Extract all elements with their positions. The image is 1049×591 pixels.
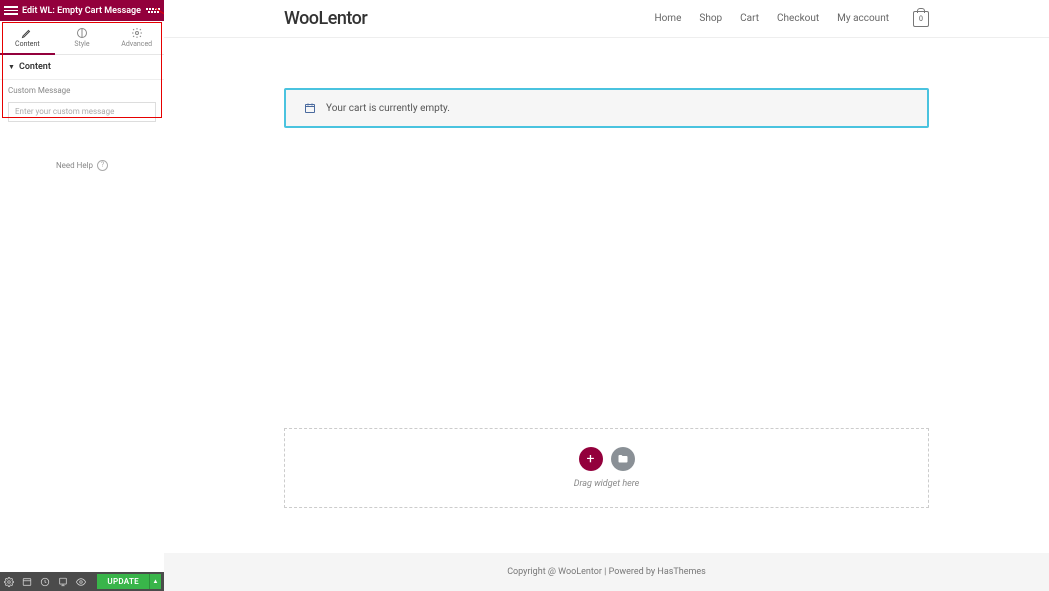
site-footer: Copyright @ WooLentor | Powered by HasTh… xyxy=(164,553,1049,591)
tab-label: Style xyxy=(74,40,89,48)
section-header-content[interactable]: ▼ Content xyxy=(0,55,164,80)
nav-home[interactable]: Home xyxy=(654,13,681,24)
sidebar-footer: UPDATE ▲ xyxy=(0,572,164,591)
section-title: Content xyxy=(19,62,51,72)
tab-style[interactable]: Style xyxy=(55,21,110,54)
need-help[interactable]: Need Help ? xyxy=(0,160,164,171)
help-label: Need Help xyxy=(56,161,93,170)
canvas-body: Your cart is currently empty. xyxy=(164,38,1049,148)
responsive-icon[interactable] xyxy=(54,572,72,591)
sidebar-header: Edit WL: Empty Cart Message xyxy=(0,0,164,21)
site-logo[interactable]: WooLentor xyxy=(284,8,367,29)
site-header: WooLentor Home Shop Cart Checkout My acc… xyxy=(164,0,1049,38)
contrast-icon xyxy=(76,27,88,39)
calendar-icon xyxy=(304,102,316,114)
add-section-button[interactable]: + xyxy=(579,447,603,471)
history-icon[interactable] xyxy=(36,572,54,591)
nav-cart[interactable]: Cart xyxy=(740,13,759,24)
cart-bag-icon[interactable]: 0 xyxy=(913,11,929,27)
section-body: Custom Message xyxy=(0,80,164,132)
tab-label: Advanced xyxy=(121,40,152,48)
chevron-down-icon: ▼ xyxy=(8,63,15,71)
folder-icon xyxy=(617,453,629,465)
elementor-sidebar: Edit WL: Empty Cart Message Content Styl… xyxy=(0,0,164,591)
empty-cart-widget[interactable]: Your cart is currently empty. xyxy=(284,88,929,128)
pencil-icon xyxy=(21,27,33,39)
tab-label: Content xyxy=(15,40,40,48)
gear-icon xyxy=(131,27,143,39)
drop-hint: Drag widget here xyxy=(574,479,640,489)
custom-message-label: Custom Message xyxy=(8,86,156,95)
panel-tabs: Content Style Advanced xyxy=(0,21,164,55)
template-library-button[interactable] xyxy=(611,447,635,471)
preview-icon[interactable] xyxy=(72,572,90,591)
bag-count: 0 xyxy=(919,15,923,23)
settings-icon[interactable] xyxy=(0,572,18,591)
help-icon: ? xyxy=(97,160,108,171)
notice-inner: Your cart is currently empty. xyxy=(286,90,927,126)
drop-area[interactable]: + Drag widget here xyxy=(284,428,929,508)
update-button[interactable]: UPDATE xyxy=(97,574,149,589)
tab-advanced[interactable]: Advanced xyxy=(109,21,164,54)
nav-checkout[interactable]: Checkout xyxy=(777,13,819,24)
primary-nav: Home Shop Cart Checkout My account 0 xyxy=(654,11,929,27)
menu-icon[interactable] xyxy=(4,6,18,15)
widget-title: Edit WL: Empty Cart Message xyxy=(22,6,146,16)
nav-account[interactable]: My account xyxy=(837,13,889,24)
preview-canvas: WooLentor Home Shop Cart Checkout My acc… xyxy=(164,0,1049,591)
notice-text: Your cart is currently empty. xyxy=(326,103,450,114)
custom-message-input[interactable] xyxy=(8,102,156,122)
footer-text: Copyright @ WooLentor | Powered by HasTh… xyxy=(507,567,706,577)
tab-content[interactable]: Content xyxy=(0,21,55,54)
update-dropdown[interactable]: ▲ xyxy=(149,574,161,589)
widgets-grid-icon[interactable] xyxy=(146,8,160,13)
drop-buttons: + xyxy=(579,447,635,471)
nav-shop[interactable]: Shop xyxy=(699,13,722,24)
navigator-icon[interactable] xyxy=(18,572,36,591)
